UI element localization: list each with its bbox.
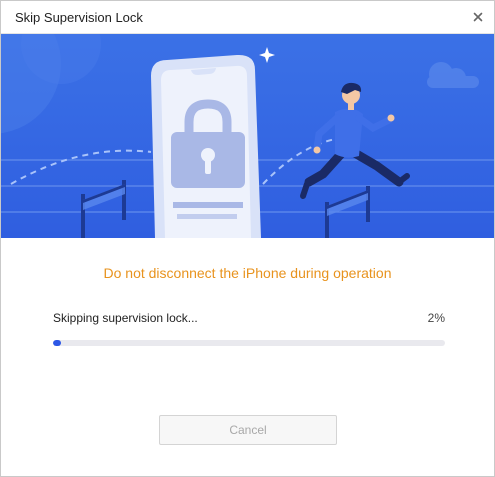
progress-status-label: Skipping supervision lock...: [53, 311, 198, 325]
window-title: Skip Supervision Lock: [15, 10, 143, 25]
cancel-button[interactable]: Cancel: [159, 415, 337, 445]
title-bar: Skip Supervision Lock: [1, 1, 494, 34]
progress-bar: [53, 340, 445, 346]
close-icon[interactable]: [468, 7, 488, 27]
dialog-window: Skip Supervision Lock Do not disconnect …: [0, 0, 495, 477]
progress-bar-fill: [53, 340, 61, 346]
warning-message: Do not disconnect the iPhone during oper…: [103, 265, 392, 281]
banner-illustration: [1, 34, 494, 238]
progress-percent: 2%: [427, 311, 445, 325]
